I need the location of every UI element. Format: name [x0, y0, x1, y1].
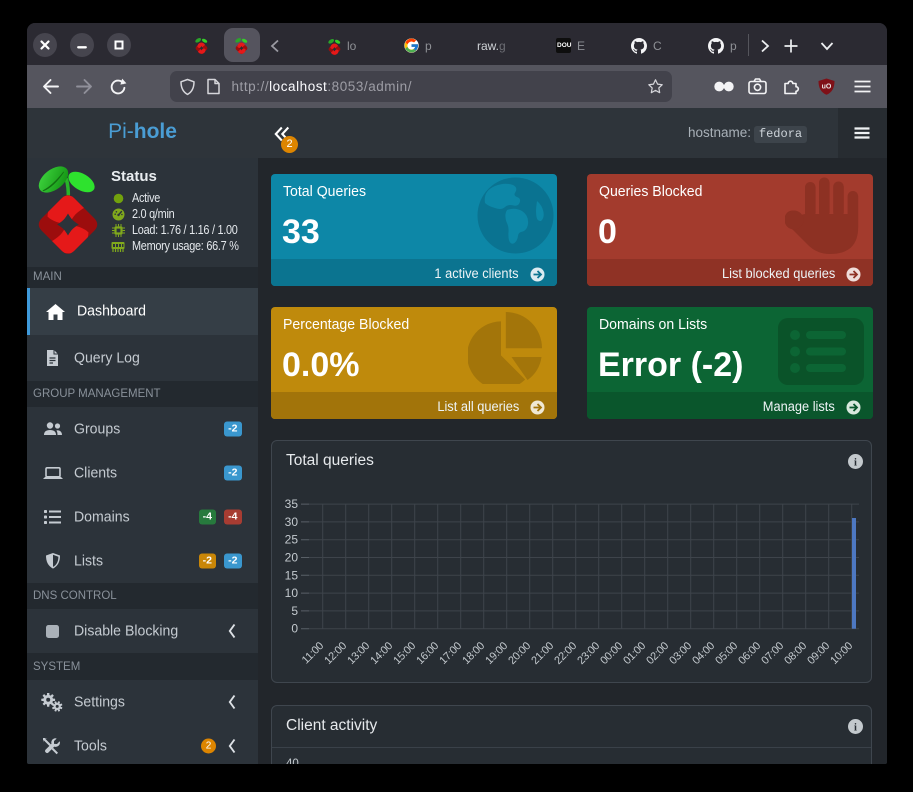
svg-text:14:00: 14:00	[368, 640, 395, 667]
svg-text:11:00: 11:00	[300, 640, 326, 666]
svg-text:06:00: 06:00	[736, 640, 763, 667]
svg-text:15:00: 15:00	[391, 640, 418, 667]
svg-text:18:00: 18:00	[460, 640, 487, 667]
svg-text:21:00: 21:00	[529, 640, 556, 667]
svg-text:19:00: 19:00	[483, 640, 510, 667]
svg-text:09:00: 09:00	[805, 640, 832, 667]
svg-text:08:00: 08:00	[782, 640, 809, 667]
svg-text:25: 25	[285, 533, 299, 547]
svg-text:12:00: 12:00	[322, 640, 349, 667]
svg-text:13:00: 13:00	[345, 640, 372, 667]
svg-text:01:00: 01:00	[621, 640, 648, 667]
svg-text:17:00: 17:00	[437, 640, 464, 667]
svg-text:23:00: 23:00	[575, 640, 602, 667]
svg-text:10: 10	[285, 586, 299, 600]
svg-text:00:00: 00:00	[598, 640, 625, 667]
svg-text:02:00: 02:00	[644, 640, 671, 667]
svg-text:16:00: 16:00	[414, 640, 441, 667]
svg-text:20: 20	[285, 551, 299, 565]
svg-text:35: 35	[285, 497, 299, 511]
svg-text:04:00: 04:00	[690, 640, 717, 667]
svg-text:i: i	[854, 722, 857, 733]
svg-text:20:00: 20:00	[506, 640, 533, 667]
svg-text:10:00: 10:00	[828, 640, 855, 667]
svg-text:05:00: 05:00	[713, 640, 740, 667]
svg-text:30: 30	[285, 515, 299, 529]
svg-text:15: 15	[285, 568, 299, 582]
svg-text:5: 5	[291, 604, 298, 618]
svg-text:07:00: 07:00	[759, 640, 786, 667]
svg-text:22:00: 22:00	[552, 640, 579, 667]
svg-text:uO: uO	[822, 84, 832, 91]
svg-text:0: 0	[291, 622, 298, 636]
svg-text:i: i	[854, 457, 857, 468]
svg-text:03:00: 03:00	[667, 640, 694, 667]
